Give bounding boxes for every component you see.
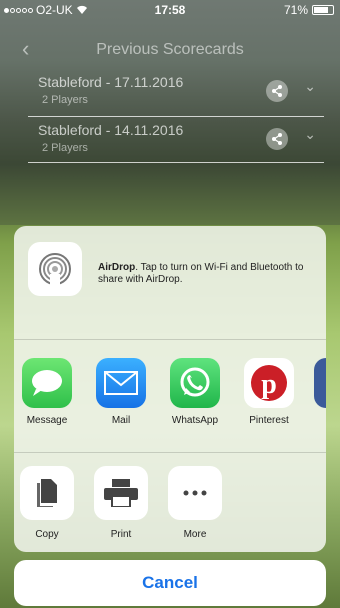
page-title: Previous Scorecards: [96, 41, 244, 58]
share-actions-row: Copy Print More: [14, 453, 326, 552]
scorecard-title: Stableford - 14.11.2016: [38, 122, 184, 138]
action-print[interactable]: Print: [92, 466, 150, 540]
status-right: 71%: [284, 3, 334, 17]
scorecard-title: Stableford - 17.11.2016: [38, 74, 184, 90]
nav-bar: ‹ Previous Scorecards: [0, 38, 340, 62]
app-message[interactable]: Message: [18, 358, 76, 426]
share-icon[interactable]: [266, 80, 288, 102]
share-icon[interactable]: [266, 128, 288, 150]
whatsapp-icon: [170, 358, 220, 408]
status-bar: O2-UK 17:58 71%: [0, 0, 340, 20]
app-label: Mail: [111, 415, 131, 426]
scorecard-row[interactable]: Stableford - 17.11.2016 2 Players ⌄: [28, 72, 324, 114]
app-partial-icon: [314, 358, 326, 408]
message-icon: [22, 358, 72, 408]
action-label: Print: [110, 529, 132, 540]
mail-icon: [96, 358, 146, 408]
chevron-down-icon[interactable]: ⌄: [304, 78, 316, 95]
print-icon: [94, 466, 148, 520]
app-label: WhatsApp: [171, 415, 219, 426]
action-copy[interactable]: Copy: [18, 466, 76, 540]
cancel-button[interactable]: Cancel: [14, 560, 326, 606]
app-pinterest[interactable]: p Pinterest: [240, 358, 298, 426]
share-sheet: AirDrop. Tap to turn on Wi-Fi and Blueto…: [14, 226, 326, 552]
scorecard-players: 2 Players: [42, 94, 88, 106]
pinterest-icon: p: [244, 358, 294, 408]
scorecard-row[interactable]: Stableford - 14.11.2016 2 Players ⌄: [28, 120, 324, 162]
battery-percent: 71%: [283, 3, 308, 17]
battery-icon: [312, 5, 334, 15]
airdrop-description: AirDrop. Tap to turn on Wi-Fi and Blueto…: [98, 262, 316, 286]
row-divider: [28, 162, 324, 163]
more-icon: [168, 466, 222, 520]
app-label: Message: [26, 415, 68, 426]
action-more[interactable]: More: [166, 466, 224, 540]
airdrop-title: AirDrop: [98, 262, 136, 273]
svg-text:p: p: [261, 369, 277, 400]
chevron-down-icon[interactable]: ⌄: [304, 126, 316, 143]
app-mail[interactable]: Mail: [92, 358, 150, 426]
app-whatsapp[interactable]: WhatsApp: [166, 358, 224, 426]
action-label: More: [183, 529, 207, 540]
share-apps-row: Message Mail WhatsApp p Pinterest: [14, 340, 326, 452]
airdrop-section[interactable]: AirDrop. Tap to turn on Wi-Fi and Blueto…: [14, 226, 326, 339]
airdrop-icon: [28, 242, 82, 296]
action-label: Copy: [35, 529, 59, 540]
row-divider: [28, 116, 324, 117]
scorecard-players: 2 Players: [42, 142, 88, 154]
app-partial[interactable]: [314, 358, 326, 408]
copy-icon: [20, 466, 74, 520]
app-label: Pinterest: [249, 415, 289, 426]
